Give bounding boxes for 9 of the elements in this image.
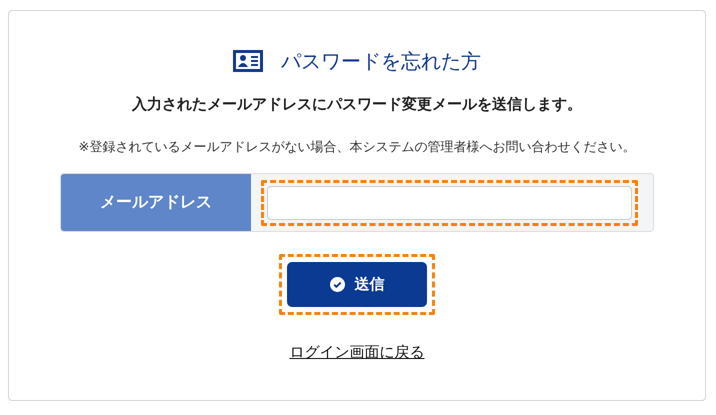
page-title: パスワードを忘れた方 <box>281 48 481 74</box>
email-input-field[interactable] <box>267 186 632 220</box>
submit-button[interactable]: 送信 <box>287 262 427 307</box>
note-text: ※登録されているメールアドレスがない場合、本システムの管理者様へお問い合わせください。 <box>78 139 636 156</box>
check-circle-icon <box>330 277 344 292</box>
id-card-icon <box>233 50 263 72</box>
back-to-login-link[interactable]: ログイン画面に戻る <box>290 343 424 362</box>
instruction-text: 入力されたメールアドレスにパスワード変更メールを送信します。 <box>132 95 582 114</box>
email-label: メールアドレス <box>61 174 251 231</box>
